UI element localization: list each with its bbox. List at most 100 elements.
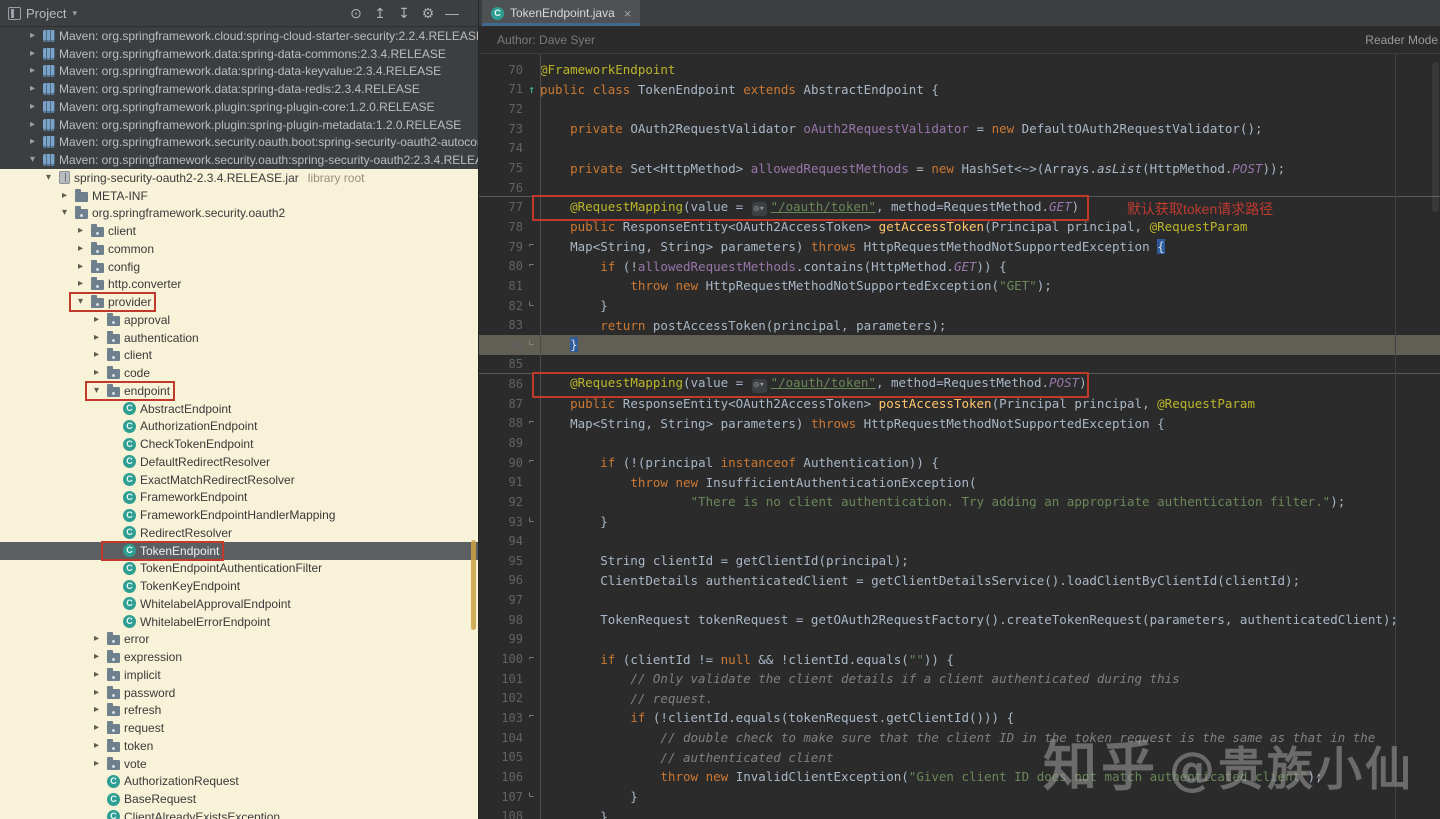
chevron-right-icon[interactable]: ▸ [90, 314, 103, 325]
code-line-71[interactable]: 71 ↑ public class TokenEndpoint extends Ab… [479, 80, 1440, 100]
expand-all-icon[interactable]: ↥ [368, 5, 392, 22]
hide-panel-icon[interactable]: — [440, 5, 464, 21]
chevron-right-icon[interactable]: ▸ [26, 48, 39, 59]
code-line-106[interactable]: 106 throw new InvalidClientException("Gi… [479, 767, 1440, 787]
tree-item-whitelabelerrorendpoint[interactable]: C WhitelabelErrorEndpoint [0, 612, 478, 631]
chevron-right-icon[interactable]: ▸ [74, 279, 87, 289]
tree-item-defaultredirectresolver[interactable]: C DefaultRedirectResolver [0, 453, 478, 471]
tree-item-authorizationendpoint[interactable]: C AuthorizationEndpoint [0, 417, 478, 436]
chevron-right-icon[interactable]: ▸ [90, 368, 103, 378]
chevron-right-icon[interactable]: ▸ [58, 190, 71, 201]
code-line-103[interactable]: 103 ⌐ if (!clientId.equals(tokenRequest.g… [479, 708, 1440, 728]
code-line-100[interactable]: 100 ⌐ if (clientId != null && !clientId.e… [479, 649, 1440, 669]
code-line-99[interactable]: 99 [479, 630, 1440, 650]
tree-item-expression[interactable]: ▸ expression [0, 648, 478, 666]
tree-item-clientalreadyexistsexception[interactable]: C ClientAlreadyExistsException [0, 808, 478, 819]
tree-item-frameworkendpoint[interactable]: C FrameworkEndpoint [0, 488, 478, 507]
tree-item-whitelabelapprovalendpoint[interactable]: C WhitelabelApprovalEndpoint [0, 595, 478, 613]
url-inlay-icon[interactable]: ◎▾ [751, 378, 767, 393]
code-line-107[interactable]: 107 ∟ } [479, 787, 1440, 807]
locate-file-icon[interactable]: ⊙ [344, 5, 368, 22]
code-line-104[interactable]: 104 // double check to make sure that th… [479, 728, 1440, 748]
tree-item-common[interactable]: ▸ common [0, 240, 478, 258]
code-line-84[interactable]: 84 ∟ } [479, 334, 1440, 355]
code-line-79[interactable]: 79 ⌐ Map<String, String> parameters) thro… [479, 237, 1440, 257]
code-line-90[interactable]: 90 ⌐ if (!(principal instanceof Authentic… [479, 453, 1440, 473]
chevron-right-icon[interactable]: ▸ [74, 261, 87, 272]
chevron-right-icon[interactable]: ▸ [90, 705, 103, 715]
chevron-right-icon[interactable]: ▸ [26, 119, 39, 130]
editor-scrollbar[interactable] [1432, 62, 1439, 212]
chevron-right-icon[interactable]: ▸ [90, 332, 103, 343]
code-line-86[interactable]: 86 @RequestMapping(value = ◎▾ "/oauth/tok… [479, 372, 1440, 399]
code-line-81[interactable]: 81 throw new HttpRequestMethodNotSupport… [479, 276, 1440, 296]
project-view-dropdown[interactable]: Project [26, 6, 66, 21]
tree-item-provider[interactable]: ▾ provider [0, 292, 478, 312]
code-line-77[interactable]: 77 @RequestMapping(value = ◎▾ "/oauth/tok… [479, 195, 1440, 222]
tree-item-org-springframework-security-oauth2[interactable]: ▾ org.springframework.security.oauth2 [0, 204, 478, 223]
tree-item-maven-org-springframework-data-spring-data-keyvalue-2-3-4-release[interactable]: ▸ Maven: org.springframework.data:spring-… [0, 63, 478, 81]
chevron-right-icon[interactable]: ▸ [74, 243, 87, 254]
tree-item-maven-org-springframework-plugin-spring-plugin-core-1-2-0-release[interactable]: ▸ Maven: org.springframework.plugin:sprin… [0, 98, 478, 116]
code-line-82[interactable]: 82 ∟ } [479, 296, 1440, 316]
code-line-70[interactable]: 70 @FrameworkEndpoint [479, 60, 1440, 80]
tree-item-http-converter[interactable]: ▸ http.converter [0, 275, 478, 294]
chevron-right-icon[interactable]: ▸ [26, 66, 39, 76]
tree-item-maven-org-springframework-plugin-spring-plugin-metadata-1-2-0-release[interactable]: ▸ Maven: org.springframework.plugin:sprin… [0, 116, 478, 134]
tree-item-authentication[interactable]: ▸ authentication [0, 328, 478, 347]
code-line-72[interactable]: 72 [479, 99, 1440, 119]
code-line-97[interactable]: 97 [479, 590, 1440, 610]
tree-item-tokenendpointauthenticationfilter[interactable]: C TokenEndpointAuthenticationFilter [0, 559, 478, 578]
fold-end-icon[interactable]: ∟ [523, 792, 540, 801]
chevron-right-icon[interactable]: ▸ [90, 758, 103, 769]
collapse-all-icon[interactable]: ↧ [392, 5, 416, 22]
code-line-85[interactable]: 85 [479, 355, 1440, 375]
chevron-down-icon[interactable]: ▾ [72, 8, 77, 19]
tree-item-tokenkeyendpoint[interactable]: C TokenKeyEndpoint [0, 577, 478, 595]
code-line-102[interactable]: 102 // request. [479, 689, 1440, 709]
tree-item-authorizationrequest[interactable]: C AuthorizationRequest [0, 772, 478, 791]
fold-start-icon[interactable]: ⌐ [523, 418, 540, 428]
chevron-right-icon[interactable]: ▸ [90, 723, 103, 733]
code-line-95[interactable]: 95 String clientId = getClientId(princip… [479, 551, 1440, 571]
code-line-93[interactable]: 93 ∟ } [479, 512, 1440, 532]
code-line-105[interactable]: 105 // authenticated client [479, 747, 1440, 767]
reader-mode-toggle[interactable]: Reader Mode [1365, 33, 1440, 47]
tree-item-maven-org-springframework-security-oauth-spring-security-oauth2-2-3-4-release[interactable]: ▾ Maven: org.springframework.security.oau… [0, 151, 478, 169]
settings-gear-icon[interactable]: ⚙ [416, 5, 440, 22]
tree-item-maven-org-springframework-security-oauth-boot-spring-security-oauth2-autoconfig[interactable]: ▸ Maven: org.springframework.security.oau… [0, 134, 478, 152]
code-line-108[interactable]: 108 } [479, 806, 1440, 819]
chevron-down-icon[interactable]: ▾ [26, 155, 39, 165]
implement-marker-icon[interactable]: ↑ [523, 84, 540, 95]
chevron-down-icon[interactable]: ▾ [42, 172, 55, 183]
code-line-96[interactable]: 96 ClientDetails authenticatedClient = g… [479, 571, 1440, 591]
tree-item-token[interactable]: ▸ token [0, 737, 478, 755]
tree-item-tokenendpoint[interactable]: C TokenEndpoint [0, 540, 478, 561]
tree-item-approval[interactable]: ▸ approval [0, 311, 478, 329]
chevron-down-icon[interactable]: ▾ [90, 385, 103, 396]
code-line-98[interactable]: 98 TokenRequest tokenRequest = getOAuth2… [479, 610, 1440, 630]
tree-item-meta-inf[interactable]: ▸ META-INF [0, 186, 478, 205]
code-line-75[interactable]: 75 private Set<HttpMethod> allowedReques… [479, 158, 1440, 178]
fold-end-icon[interactable]: ∟ [523, 301, 540, 310]
tree-item-client[interactable]: ▸ client [0, 346, 478, 365]
code-line-92[interactable]: 92 "There is no client authentication. T… [479, 492, 1440, 512]
tree-item-client[interactable]: ▸ client [0, 222, 478, 240]
chevron-down-icon[interactable]: ▾ [74, 297, 87, 307]
tree-item-redirectresolver[interactable]: C RedirectResolver [0, 524, 478, 542]
code-line-89[interactable]: 89 [479, 433, 1440, 453]
fold-end-icon[interactable]: ∟ [523, 517, 540, 526]
fold-start-icon[interactable]: ⌐ [523, 261, 540, 271]
tree-item-abstractendpoint[interactable]: C AbstractEndpoint [0, 399, 478, 418]
tree-scrollbar[interactable] [471, 540, 476, 630]
tree-item-endpoint[interactable]: ▾ endpoint [0, 381, 478, 401]
fold-start-icon[interactable]: ⌐ [523, 458, 540, 467]
tree-item-exactmatchredirectresolver[interactable]: C ExactMatchRedirectResolver [0, 470, 478, 489]
tree-item-config[interactable]: ▸ config [0, 257, 478, 276]
tree-item-request[interactable]: ▸ request [0, 719, 478, 737]
fold-start-icon[interactable]: ⌐ [523, 654, 540, 664]
tree-item-baserequest[interactable]: C BaseRequest [0, 790, 478, 808]
tree-item-error[interactable]: ▸ error [0, 630, 478, 649]
tree-item-spring-security-oauth2-2-3-4-release-jar[interactable]: ▾ spring-security-oauth2-2.3.4.RELEASE.ja… [0, 169, 478, 187]
chevron-right-icon[interactable]: ▸ [90, 350, 103, 360]
